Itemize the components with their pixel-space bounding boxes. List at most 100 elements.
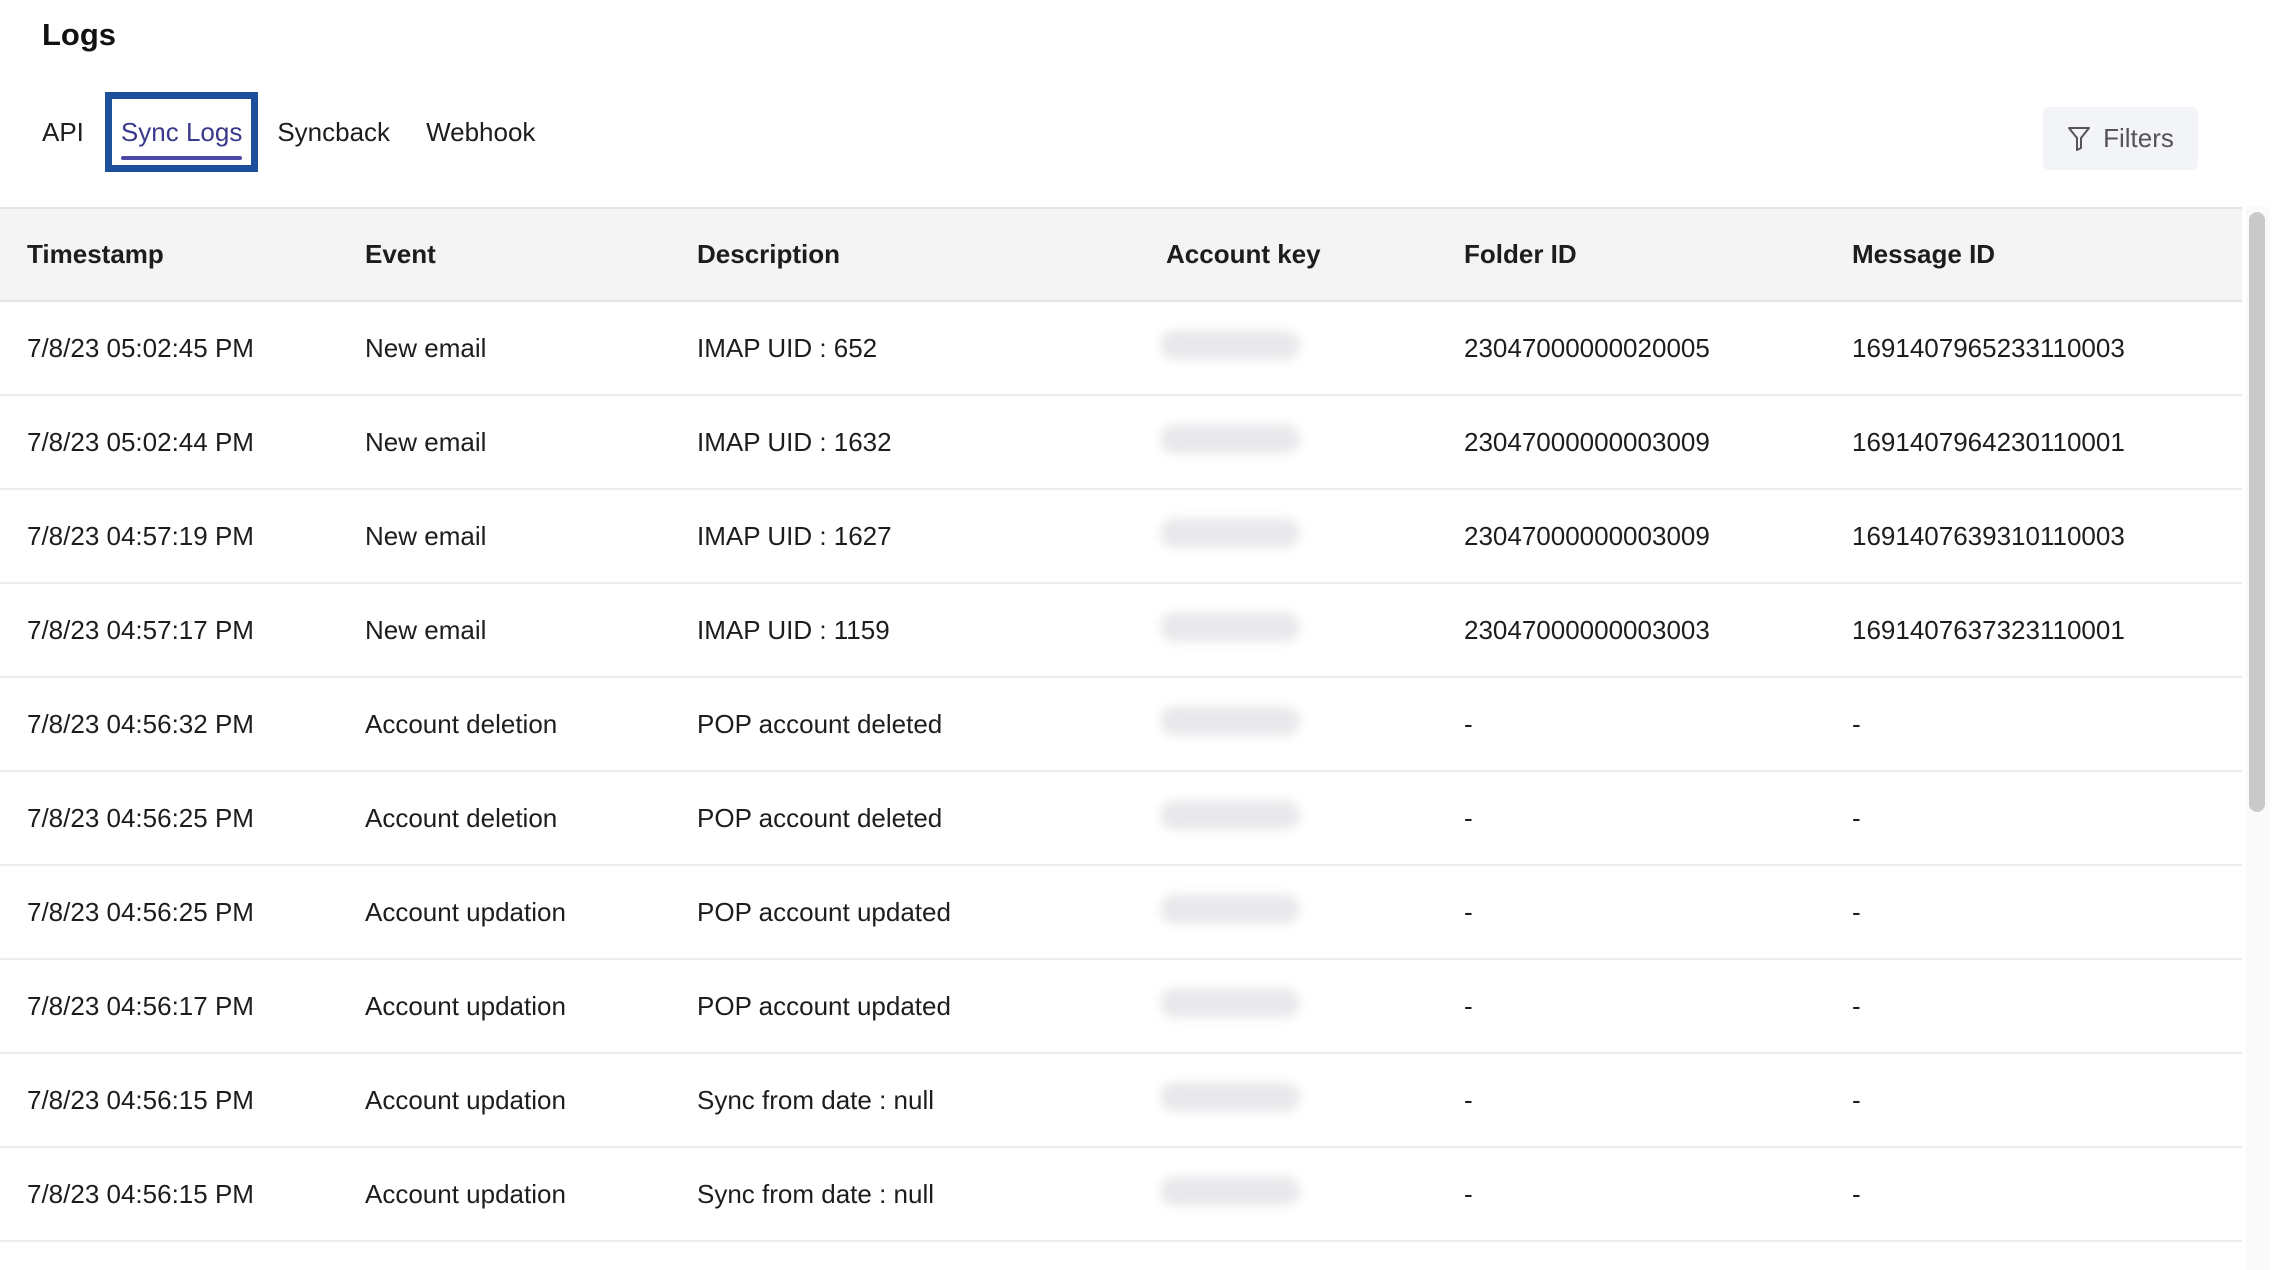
cell-folder-id: -: [1464, 896, 1473, 927]
tab-sync-logs[interactable]: Sync Logs: [104, 92, 259, 172]
column-header-description: Description: [697, 239, 841, 269]
cell-timestamp: 7/8/23 04:56:25 PM: [27, 802, 254, 833]
filters-button[interactable]: Filters: [2043, 107, 2198, 170]
redacted-account-key: [1160, 893, 1300, 924]
cell-folder-id: -: [1464, 802, 1473, 833]
redacted-account-key: [1160, 611, 1300, 642]
table-row[interactable]: 7/8/23 05:02:44 PM New email IMAP UID : …: [0, 395, 2242, 489]
cell-message-id: -: [1852, 990, 1861, 1021]
cell-folder-id: -: [1464, 1178, 1473, 1209]
table-row[interactable]: 7/8/23 04:56:17 PM Account updation POP …: [0, 959, 2242, 1053]
cell-event: Account updation: [365, 1084, 566, 1115]
cell-description: POP account updated: [697, 990, 951, 1021]
table-row[interactable]: 7/8/23 04:56:15 PM Account updation Sync…: [0, 1053, 2242, 1147]
cell-message-id: -: [1852, 896, 1861, 927]
cell-description: Sync from date : null: [697, 1084, 934, 1115]
cell-folder-id: 23047000000003009: [1464, 520, 1710, 551]
cell-timestamp: 7/8/23 04:56:15 PM: [27, 1178, 254, 1209]
cell-timestamp: 7/8/23 04:57:17 PM: [27, 614, 254, 645]
cell-description: IMAP UID : 1632: [697, 426, 892, 457]
cell-timestamp: 7/8/23 05:02:45 PM: [27, 332, 254, 363]
cell-folder-id: 23047000000003003: [1464, 614, 1710, 645]
cell-message-id: -: [1852, 1178, 1861, 1209]
cell-description: IMAP UID : 652: [697, 332, 878, 363]
filter-icon: [2068, 126, 2091, 151]
redacted-account-key: [1160, 1175, 1300, 1206]
redacted-account-key: [1160, 423, 1300, 454]
cell-timestamp: 7/8/23 04:56:32 PM: [27, 708, 254, 739]
column-header-account-key: Account key: [1166, 239, 1321, 269]
table-row[interactable]: 7/8/23 04:57:17 PM New email IMAP UID : …: [0, 583, 2242, 677]
cell-message-id: 1691407964230110001: [1852, 426, 2125, 457]
table-header-row: Timestamp Event Description Account key …: [0, 208, 2242, 301]
cell-folder-id: -: [1464, 990, 1473, 1021]
cell-folder-id: -: [1464, 1084, 1473, 1115]
column-header-folder-id: Folder ID: [1464, 239, 1577, 269]
cell-account-key: [1160, 865, 1464, 959]
sync-logs-table-container: Timestamp Event Description Account key …: [0, 207, 2242, 1270]
cell-account-key: [1160, 677, 1464, 771]
column-header-message-id: Message ID: [1852, 239, 1996, 269]
redacted-account-key: [1160, 987, 1300, 1018]
cell-account-key: [1160, 959, 1464, 1053]
cell-account-key: [1160, 771, 1464, 865]
column-header-event: Event: [365, 239, 436, 269]
redacted-account-key: [1160, 799, 1300, 830]
redacted-account-key: [1160, 517, 1300, 548]
sync-logs-table: Timestamp Event Description Account key …: [0, 207, 2242, 1242]
redacted-account-key: [1160, 329, 1300, 360]
cell-message-id: 1691407637323110001: [1852, 614, 2125, 645]
cell-event: New email: [365, 614, 487, 645]
cell-event: Account deletion: [365, 802, 558, 833]
cell-account-key: [1160, 583, 1464, 677]
tab-webhook[interactable]: Webhook: [426, 108, 535, 156]
table-row[interactable]: 7/8/23 04:56:15 PM Account updation Sync…: [0, 1147, 2242, 1241]
cell-account-key: [1160, 1053, 1464, 1147]
cell-description: POP account deleted: [697, 708, 943, 739]
log-tabs: API Sync Logs Syncback Webhook: [42, 92, 535, 172]
cell-timestamp: 7/8/23 05:02:44 PM: [27, 426, 254, 457]
table-row[interactable]: 7/8/23 05:02:45 PM New email IMAP UID : …: [0, 301, 2242, 395]
cell-message-id: 1691407639310110003: [1852, 520, 2125, 551]
cell-message-id: -: [1852, 1084, 1861, 1115]
cell-folder-id: -: [1464, 708, 1473, 739]
redacted-account-key: [1160, 705, 1300, 736]
cell-event: Account updation: [365, 990, 566, 1021]
logs-page: Logs API Sync Logs Syncback Webhook Filt…: [0, 0, 2276, 1270]
cell-event: Account deletion: [365, 708, 558, 739]
cell-message-id: -: [1852, 708, 1861, 739]
cell-event: New email: [365, 426, 487, 457]
cell-description: IMAP UID : 1627: [697, 520, 892, 551]
cell-account-key: [1160, 1147, 1464, 1241]
cell-timestamp: 7/8/23 04:57:19 PM: [27, 520, 254, 551]
cell-timestamp: 7/8/23 04:56:17 PM: [27, 990, 254, 1021]
cell-description: Sync from date : null: [697, 1178, 934, 1209]
cell-message-id: -: [1852, 802, 1861, 833]
cell-event: New email: [365, 332, 487, 363]
cell-event: New email: [365, 520, 487, 551]
cell-account-key: [1160, 301, 1464, 395]
tab-syncback[interactable]: Syncback: [277, 108, 390, 156]
cell-description: POP account updated: [697, 896, 951, 927]
table-row[interactable]: 7/8/23 04:57:19 PM New email IMAP UID : …: [0, 489, 2242, 583]
cell-event: Account updation: [365, 1178, 566, 1209]
table-row[interactable]: 7/8/23 04:56:25 PM Account deletion POP …: [0, 771, 2242, 865]
cell-event: Account updation: [365, 896, 566, 927]
cell-account-key: [1160, 489, 1464, 583]
scrollbar-thumb[interactable]: [2249, 212, 2265, 812]
cell-timestamp: 7/8/23 04:56:25 PM: [27, 896, 254, 927]
cell-description: POP account deleted: [697, 802, 943, 833]
cell-folder-id: 23047000000020005: [1464, 332, 1710, 363]
page-title: Logs: [42, 17, 117, 52]
cell-message-id: 1691407965233110003: [1852, 332, 2125, 363]
table-row[interactable]: 7/8/23 04:56:25 PM Account updation POP …: [0, 865, 2242, 959]
filters-label: Filters: [2103, 123, 2174, 153]
tab-api[interactable]: API: [42, 108, 84, 156]
cell-description: IMAP UID : 1159: [697, 614, 890, 645]
cell-timestamp: 7/8/23 04:56:15 PM: [27, 1084, 254, 1115]
cell-account-key: [1160, 395, 1464, 489]
redacted-account-key: [1160, 1081, 1300, 1112]
column-header-timestamp: Timestamp: [27, 239, 164, 269]
cell-folder-id: 23047000000003009: [1464, 426, 1710, 457]
table-row[interactable]: 7/8/23 04:56:32 PM Account deletion POP …: [0, 677, 2242, 771]
